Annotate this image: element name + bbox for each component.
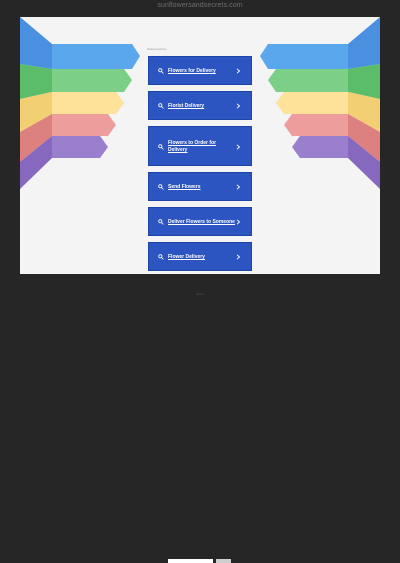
domain-title: sunflowersandsecrets.com (157, 2, 243, 9)
chevron-right-icon (236, 103, 241, 109)
search-icon (158, 103, 164, 109)
footer-privacy-link[interactable]: Privacy (0, 293, 400, 296)
related-link-label[interactable]: Flowers for Delivery (168, 68, 238, 75)
right-ribbon (260, 17, 380, 189)
related-link-flowers-to-order[interactable]: Flowers to Order for Delivery (148, 126, 252, 166)
search-icon (158, 68, 164, 74)
search-button[interactable] (216, 559, 231, 563)
search-input[interactable] (168, 559, 213, 563)
chevron-right-icon (236, 254, 241, 260)
related-link-deliver-flowers[interactable]: Deliver Flowers to Someone (148, 207, 252, 236)
related-searches-label: Related searches (147, 48, 167, 51)
search-icon (158, 184, 164, 190)
chevron-right-icon (236, 68, 241, 74)
related-link-florist-delivery[interactable]: Florist Delivery (148, 91, 252, 120)
related-link-label[interactable]: Flowers to Order for Delivery (168, 140, 230, 154)
chevron-right-icon (236, 184, 241, 190)
chevron-right-icon (236, 219, 241, 225)
left-ribbon (20, 17, 140, 189)
related-link-label[interactable]: Deliver Flowers to Someone (168, 219, 238, 226)
related-link-send-flowers[interactable]: Send Flowers (148, 172, 252, 201)
search-icon (158, 254, 164, 260)
search-icon (158, 219, 164, 225)
related-link-label[interactable]: Flower Delivery (168, 254, 238, 261)
related-link-label[interactable]: Florist Delivery (168, 103, 238, 110)
search-bar (0, 279, 400, 563)
related-link-label[interactable]: Send Flowers (168, 184, 238, 191)
related-link-flower-delivery[interactable]: Flower Delivery (148, 242, 252, 271)
related-link-flowers-for-delivery[interactable]: Flowers for Delivery (148, 56, 252, 85)
search-icon (158, 144, 164, 150)
chevron-right-icon (236, 144, 241, 150)
parked-page: Related searches Flowers for Delivery Fl… (20, 17, 380, 274)
